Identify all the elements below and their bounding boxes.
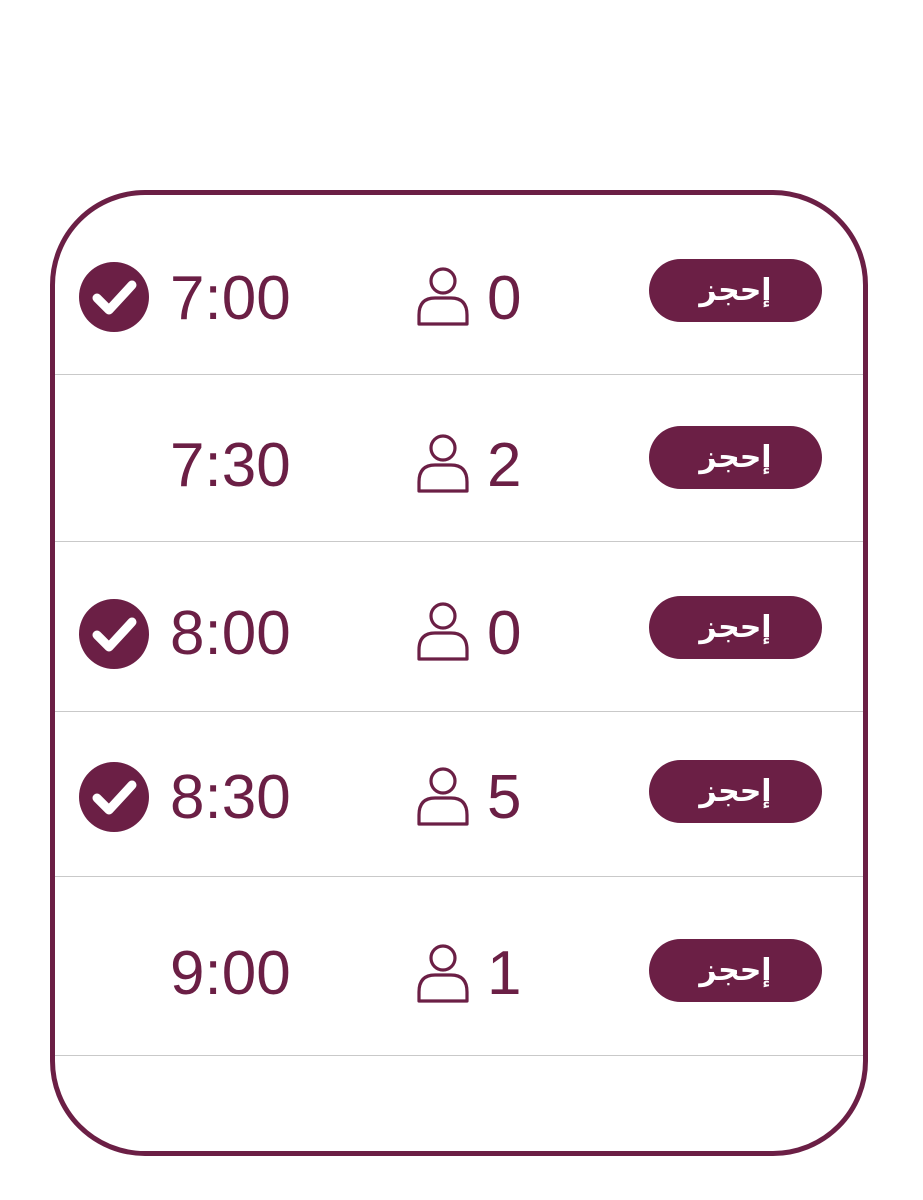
book-button[interactable]: إحجز bbox=[649, 939, 822, 1002]
person-icon bbox=[415, 432, 471, 494]
book-button[interactable]: إحجز bbox=[649, 259, 822, 322]
slot-row: 7:30 2 إحجز bbox=[55, 375, 863, 542]
slot-row: 9:00 1 إحجز bbox=[55, 877, 863, 1056]
time-slot-card: 7:00 0 إحجز 7:30 2 إحجز 8:00 0 إحجز 8:30… bbox=[50, 190, 868, 1156]
slot-time: 8:00 bbox=[170, 599, 291, 668]
person-icon bbox=[415, 942, 471, 1004]
slot-row: 7:00 0 إحجز bbox=[55, 195, 863, 375]
book-button[interactable]: إحجز bbox=[649, 760, 822, 823]
person-icon bbox=[415, 265, 471, 327]
slot-time: 8:30 bbox=[170, 763, 291, 832]
check-circle-icon[interactable] bbox=[79, 599, 149, 669]
slot-time: 7:00 bbox=[170, 264, 291, 333]
attendee-count: 0 bbox=[487, 599, 522, 668]
book-button[interactable]: إحجز bbox=[649, 596, 822, 659]
book-button[interactable]: إحجز bbox=[649, 426, 822, 489]
person-icon bbox=[415, 765, 471, 827]
attendee-count: 0 bbox=[487, 264, 522, 333]
slot-row: 8:00 0 إحجز bbox=[55, 542, 863, 712]
person-icon bbox=[415, 600, 471, 662]
check-circle-icon[interactable] bbox=[79, 762, 149, 832]
attendee-count: 2 bbox=[487, 431, 522, 500]
attendee-count: 5 bbox=[487, 763, 522, 832]
check-circle-icon[interactable] bbox=[79, 262, 149, 332]
attendee-count: 1 bbox=[487, 939, 522, 1008]
slot-time: 9:00 bbox=[170, 939, 291, 1008]
slot-time: 7:30 bbox=[170, 431, 291, 500]
slot-row: 8:30 5 إحجز bbox=[55, 712, 863, 877]
